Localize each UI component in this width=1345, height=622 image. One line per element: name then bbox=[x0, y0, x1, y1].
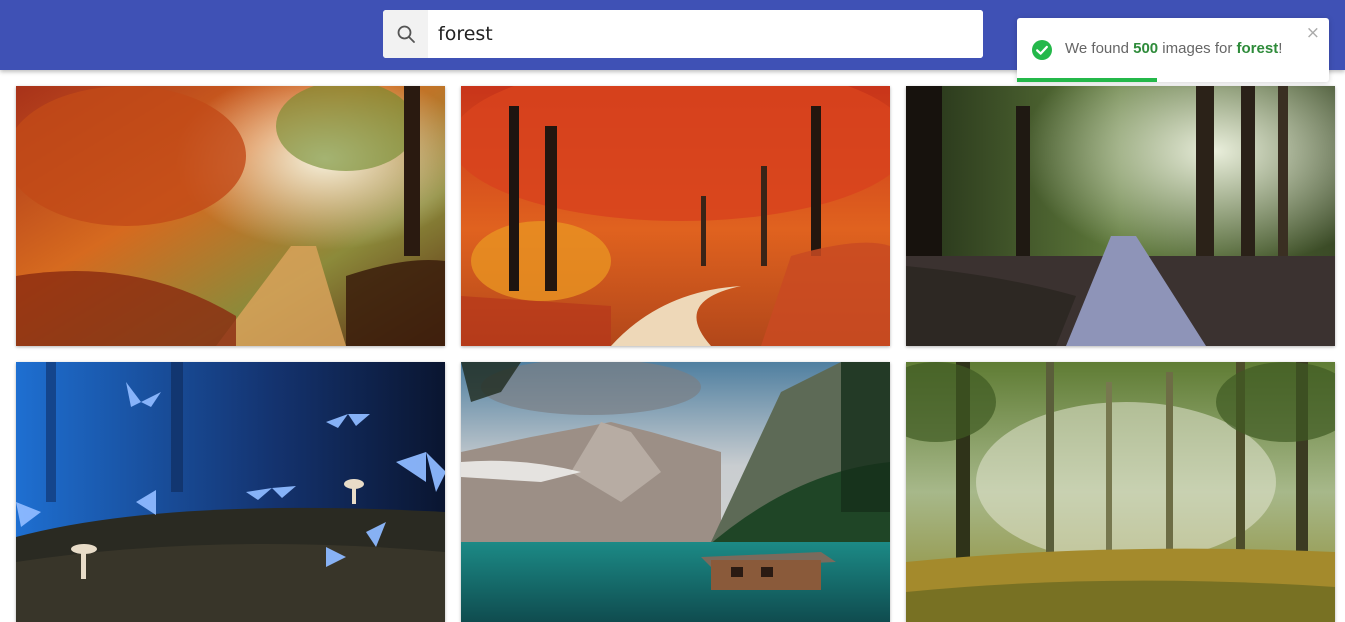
toast-suffix: ! bbox=[1278, 40, 1283, 57]
result-toast: We found 500 images for forest! × bbox=[1017, 18, 1329, 82]
result-count: 500 bbox=[1133, 40, 1159, 57]
toast-progress-bar bbox=[1017, 78, 1158, 82]
gallery-image[interactable] bbox=[16, 362, 445, 622]
toast-prefix: We found bbox=[1065, 40, 1134, 57]
close-icon[interactable]: × bbox=[1306, 25, 1320, 42]
result-query: forest bbox=[1236, 40, 1279, 57]
search-button[interactable] bbox=[383, 10, 428, 58]
gallery-image[interactable] bbox=[906, 86, 1335, 346]
gallery-image[interactable] bbox=[16, 86, 445, 346]
gallery-image[interactable] bbox=[461, 86, 890, 346]
toast-middle: images for bbox=[1158, 40, 1237, 57]
toast-message: We found 500 images for forest! bbox=[1065, 40, 1282, 57]
search-icon bbox=[397, 25, 415, 43]
gallery-image[interactable] bbox=[461, 362, 890, 622]
search-input[interactable] bbox=[428, 10, 983, 58]
gallery-image[interactable] bbox=[906, 362, 1335, 622]
search-bar bbox=[383, 10, 983, 58]
check-circle-icon bbox=[1032, 40, 1052, 60]
